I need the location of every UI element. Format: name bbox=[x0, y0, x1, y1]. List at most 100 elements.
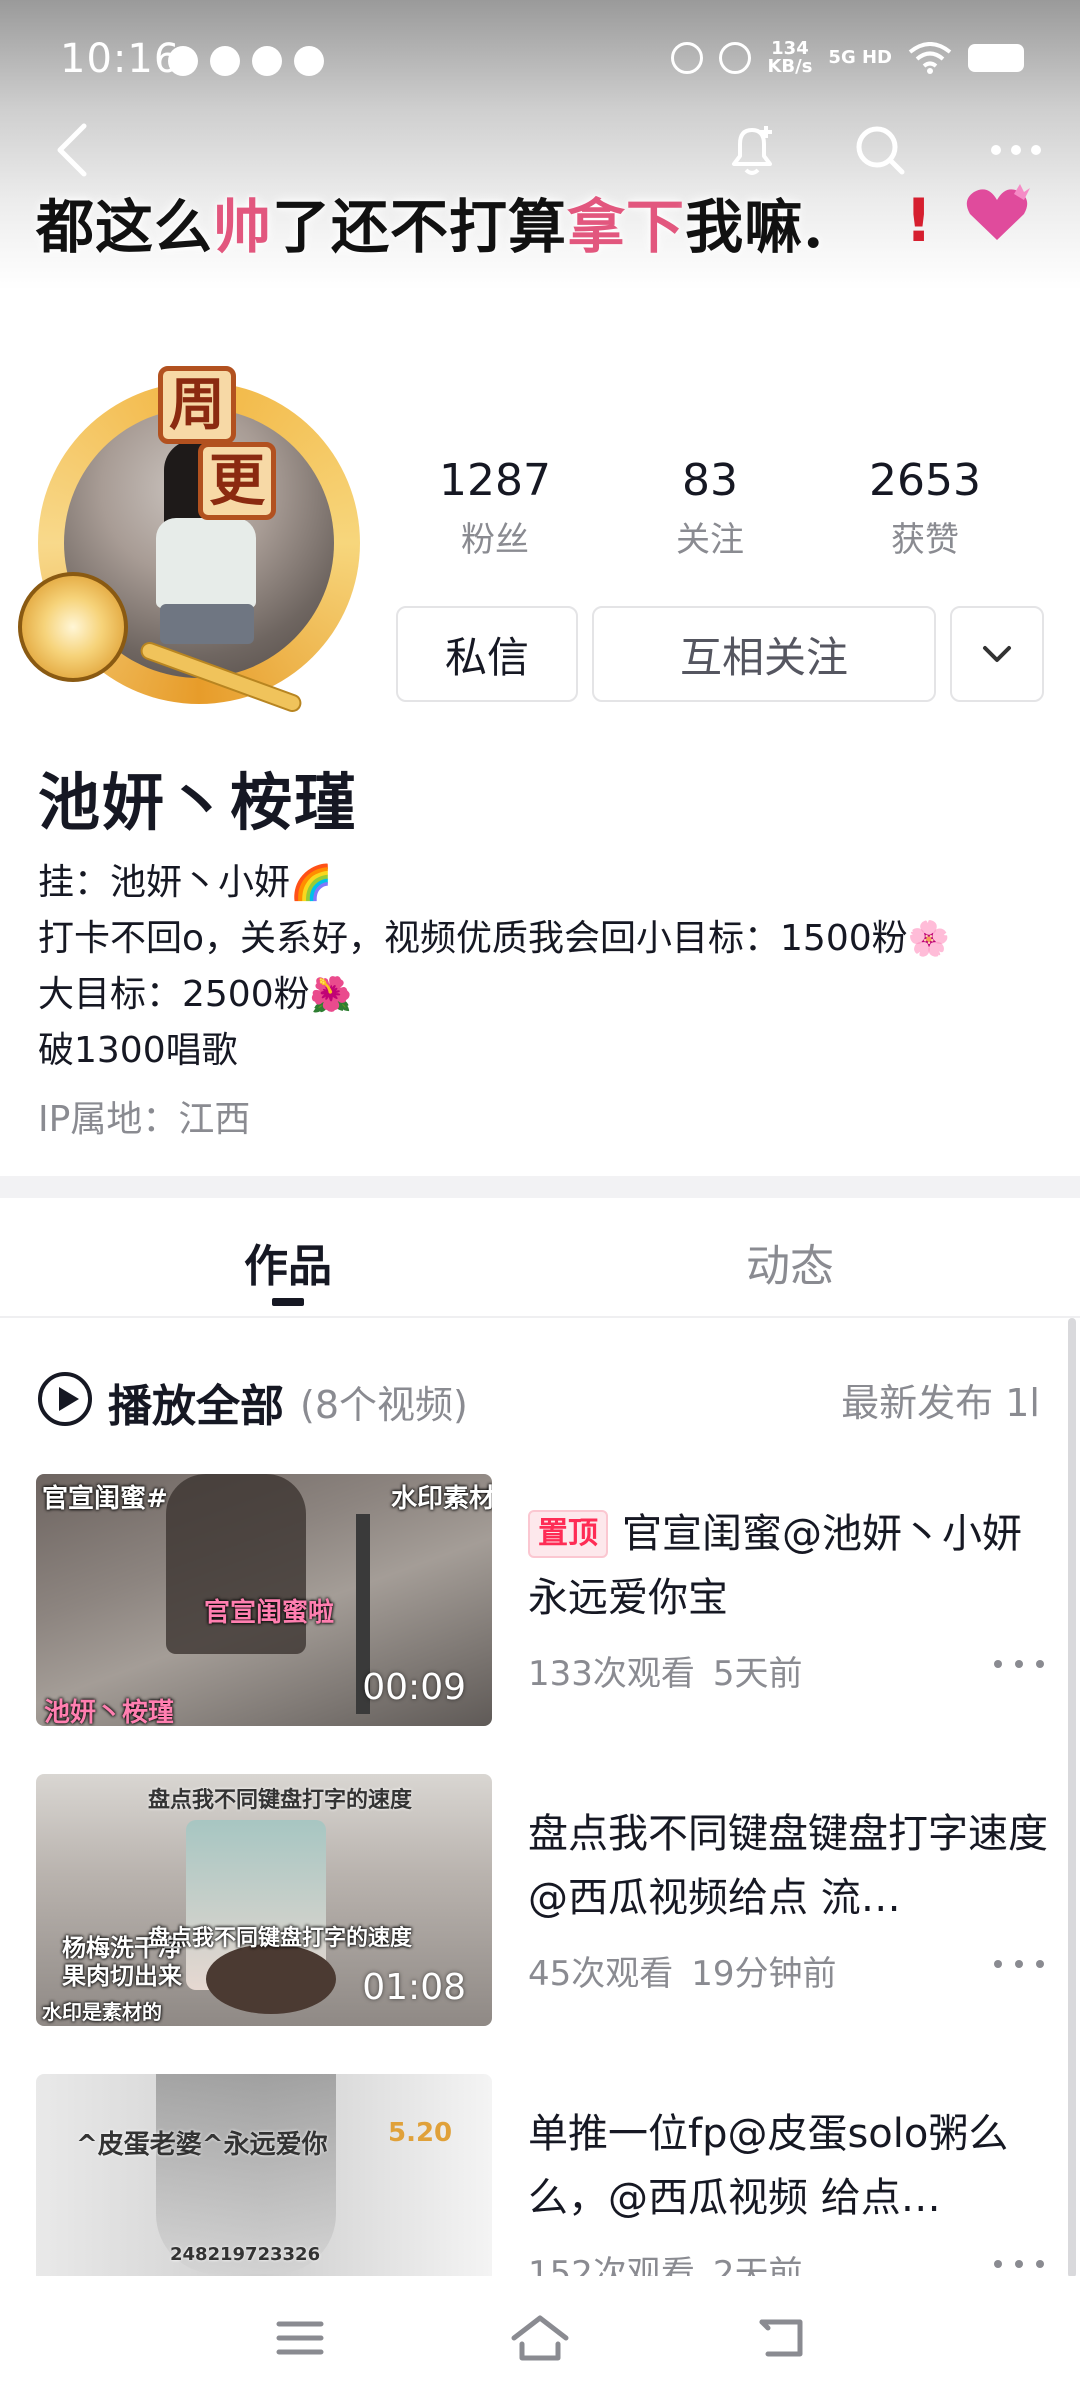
slogan-text-2: 了还不打算 bbox=[272, 193, 568, 261]
banner-slogan: 都这么帅了还不打算拿下我嘛. bbox=[36, 180, 1046, 270]
thumb-text: 盘点我不同键盘打字的速度 bbox=[148, 1788, 413, 1813]
slogan-text-3: 我嘛. bbox=[685, 193, 825, 261]
alarm-icon bbox=[671, 42, 704, 74]
video-thumbnail[interactable]: 盘点我不同键盘打字的速度 杨梅洗干净 果肉切出来 盘点我不同键盘打字的速度 水印… bbox=[36, 1774, 492, 2026]
video-meta: 133次观看 5天前 bbox=[528, 1646, 803, 1695]
cherry-blossom-icon: 🌸 bbox=[907, 919, 950, 959]
rainbow-icon: 🌈 bbox=[290, 863, 333, 903]
thumb-text: ^皮蛋老婆^永远爱你 bbox=[76, 2130, 328, 2160]
status-right: 134 KB/s 5G HD bbox=[671, 40, 1024, 76]
video-more-icon[interactable] bbox=[994, 1646, 1044, 1682]
video-more-icon[interactable] bbox=[994, 1946, 1044, 1982]
expand-button[interactable] bbox=[950, 606, 1044, 702]
back-icon bbox=[57, 123, 87, 177]
video-duration: 01:08 bbox=[362, 1967, 466, 2008]
heart-icon bbox=[966, 184, 1030, 240]
thumb-text: 官宣闺蜜# bbox=[42, 1484, 168, 1514]
home-button[interactable] bbox=[500, 2308, 580, 2368]
bio: 挂：池妍丶小妍🌈 打卡不回o，关系好，视频优质我会回小目标：1500粉🌸 大目标… bbox=[38, 855, 1048, 1079]
chat-icon bbox=[294, 46, 324, 76]
stat-following-label: 关注 bbox=[676, 520, 744, 560]
video-meta: 45次观看 19分钟前 bbox=[528, 1946, 837, 1995]
bio-line-1: 挂：池妍丶小妍🌈 bbox=[38, 855, 1048, 911]
video-count: (8个视频) bbox=[300, 1383, 468, 1427]
thumb-text: 水印是素材的 bbox=[42, 2000, 162, 2024]
video-time: 19分钟前 bbox=[691, 1954, 837, 1994]
recent-apps-button[interactable] bbox=[260, 2308, 340, 2368]
more-button[interactable] bbox=[976, 110, 1056, 190]
thumb-text: 官宣闺蜜啦 bbox=[204, 1598, 335, 1628]
thumb-text: 果肉切出来 bbox=[62, 1962, 182, 1990]
stat-following-value: 83 bbox=[682, 455, 738, 506]
thumb-text: 池妍丶桉瑾 bbox=[44, 1698, 175, 1726]
nickname: 池妍丶桉瑾 bbox=[38, 766, 359, 839]
bio-line-1-text: 挂：池妍丶小妍 bbox=[38, 862, 291, 903]
back-arrow-icon bbox=[759, 2319, 803, 2357]
search-icon bbox=[856, 126, 905, 175]
thumb-text: 3326 bbox=[270, 2244, 321, 2265]
video-views: 45次观看 bbox=[528, 1954, 674, 1994]
wechat-icon bbox=[252, 46, 282, 76]
bio-line-2: 打卡不回o，关系好，视频优质我会回小目标：1500粉🌸 bbox=[38, 911, 1048, 967]
thumb-text: 5.20 bbox=[388, 2118, 453, 2148]
stat-fans-value: 1287 bbox=[439, 455, 551, 506]
stat-fans-label: 粉丝 bbox=[461, 520, 529, 560]
content-tabs: 作品 动态 bbox=[0, 1198, 1080, 1318]
network-speed: 134 KB/s bbox=[767, 40, 812, 76]
search-button[interactable] bbox=[840, 110, 920, 190]
battery-icon bbox=[968, 44, 1024, 72]
play-all-icon[interactable] bbox=[38, 1372, 92, 1426]
thumb-text: 盘点我不同键盘打字的速度 bbox=[148, 1926, 413, 1951]
back-button[interactable] bbox=[32, 110, 112, 190]
video-duration: 00:09 bbox=[362, 1667, 466, 1708]
menu-icon bbox=[276, 2321, 324, 2355]
video-title: 单推一位fp@皮蛋solo粥么么，@西瓜视频 给点… bbox=[528, 2111, 1009, 2221]
home-icon bbox=[511, 2315, 569, 2361]
system-navigation-bar bbox=[0, 2276, 1080, 2400]
notify-button[interactable] bbox=[712, 110, 792, 190]
thumb-text: 水印素材 bbox=[391, 1484, 492, 1514]
video-views: 133次观看 bbox=[528, 1654, 695, 1694]
top-nav bbox=[0, 110, 1080, 190]
app-notification-icon bbox=[168, 46, 198, 76]
video-item[interactable]: 官宣闺蜜# 水印素材 官宣闺蜜啦 池妍丶桉瑾 00:09 置顶 官宣闺蜜@池妍丶小… bbox=[0, 1474, 1080, 1734]
status-bar: 10:16 134 KB/s 5G HD bbox=[0, 0, 1080, 120]
section-divider bbox=[0, 1176, 1080, 1198]
stat-likes[interactable]: 2653 获赞 bbox=[825, 455, 1025, 561]
avatar-badge-top: 周 bbox=[158, 366, 236, 444]
avatar-badge-bottom: 更 bbox=[198, 442, 276, 520]
avatar[interactable]: 周 更 bbox=[18, 366, 378, 732]
slogan-pink-1: 帅 bbox=[213, 193, 273, 261]
notification-add-icon bbox=[732, 126, 772, 175]
hibiscus-icon: 🌺 bbox=[309, 975, 352, 1015]
bio-line-3: 大目标：2500粉🌺 bbox=[38, 967, 1048, 1023]
stat-fans[interactable]: 1287 粉丝 bbox=[395, 455, 595, 561]
video-item[interactable]: 盘点我不同键盘打字的速度 杨梅洗干净 果肉切出来 盘点我不同键盘打字的速度 水印… bbox=[0, 1774, 1080, 2034]
status-time: 10:16 bbox=[60, 36, 181, 82]
video-thumbnail[interactable]: 官宣闺蜜# 水印素材 官宣闺蜜啦 池妍丶桉瑾 00:09 bbox=[36, 1474, 492, 1726]
stat-likes-label: 获赞 bbox=[891, 520, 959, 560]
slogan-pink-2: 拿下 bbox=[567, 193, 686, 261]
video-title: 置顶 官宣闺蜜@池妍丶小妍 永远爱你宝 bbox=[528, 1502, 1048, 1630]
tab-moments[interactable]: 动态 bbox=[746, 1230, 834, 1294]
stat-likes-value: 2653 bbox=[869, 455, 981, 506]
bio-line-2-text: 打卡不回o，关系好，视频优质我会回小目标：1500粉 bbox=[38, 918, 908, 959]
network-speed-unit: KB/s bbox=[767, 56, 813, 77]
slogan-text-1: 都这么 bbox=[36, 193, 214, 261]
more-icon bbox=[991, 145, 1041, 155]
message-icon bbox=[210, 46, 240, 76]
avatar-figure-skirt bbox=[160, 604, 254, 644]
message-button[interactable]: 私信 bbox=[396, 606, 578, 702]
sort-selector[interactable]: 最新发布 1l bbox=[841, 1372, 1040, 1427]
back-nav-button[interactable] bbox=[742, 2308, 822, 2368]
mute-icon bbox=[719, 42, 752, 74]
mutual-follow-button[interactable]: 互相关注 bbox=[592, 606, 936, 702]
tab-active-indicator bbox=[272, 1298, 304, 1306]
thumb-text: 1972 bbox=[220, 2244, 271, 2265]
play-all-button[interactable]: 播放全部 bbox=[108, 1370, 284, 1434]
tab-works[interactable]: 作品 bbox=[244, 1230, 332, 1294]
gong-decoration bbox=[18, 572, 128, 682]
wifi-icon bbox=[908, 42, 952, 74]
network-type: 5G HD bbox=[828, 47, 892, 68]
stat-following[interactable]: 83 关注 bbox=[610, 455, 810, 561]
